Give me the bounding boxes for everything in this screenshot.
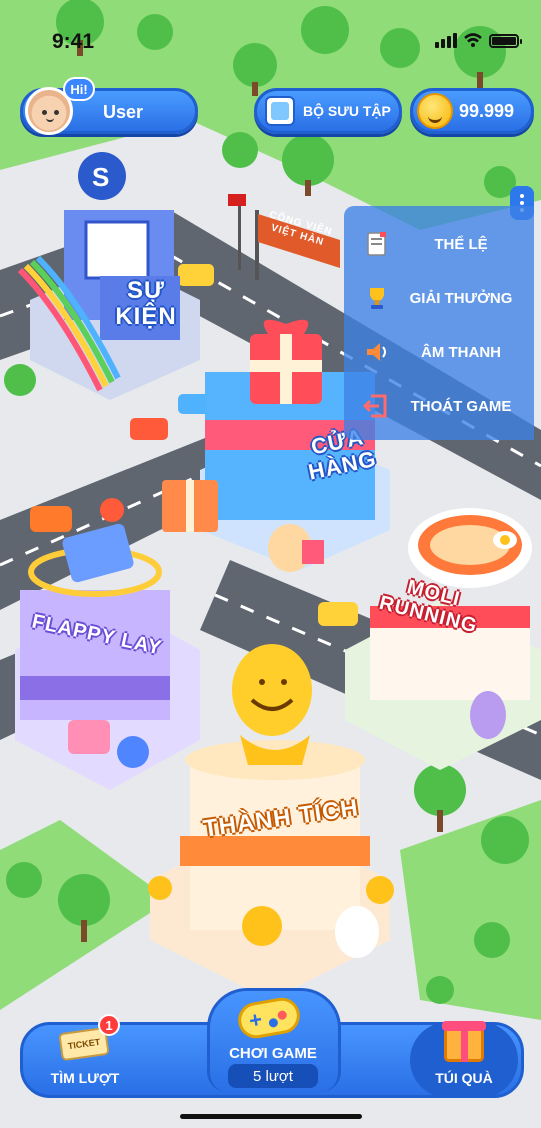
svg-text:S: S — [92, 162, 109, 192]
signal-icon — [435, 33, 457, 48]
ticket-count-badge: 1 — [98, 1014, 120, 1036]
trophy-icon — [362, 283, 392, 313]
greeting-bubble: Hi! — [63, 77, 95, 101]
game-stage: S SỰ KIỆN CÔNG VIÊN VIỆT HÀN CỬA HÀNG MO… — [0, 0, 541, 1128]
coin-balance-value: 99.999 — [459, 100, 515, 121]
rules-scroll-icon — [362, 229, 392, 259]
event-sign[interactable]: SỰ KIỆN — [106, 278, 186, 330]
find-turns-label[interactable]: TÌM LƯỢT — [40, 1070, 130, 1086]
wifi-icon — [464, 33, 482, 47]
user-name: User — [103, 102, 144, 122]
coin-icon — [417, 93, 453, 129]
menu-item-exit[interactable]: THOÁT GAME — [362, 386, 530, 426]
collection-button[interactable]: BỘ SƯU TẬP — [254, 88, 402, 134]
menu-item-rules[interactable]: THỂ LỆ — [362, 224, 530, 264]
side-menu: THỂ LỆ GIẢI THƯỞNG ÂM THANH THOÁT GAME — [344, 206, 534, 440]
collection-label: BỘ SƯU TẬP — [303, 103, 391, 119]
exit-icon — [362, 391, 392, 421]
turns-remaining: 5 lượt — [228, 1064, 318, 1088]
gift-icon — [442, 1021, 486, 1062]
menu-item-prizes[interactable]: GIẢI THƯỞNG — [362, 278, 530, 318]
collection-icon — [265, 96, 295, 126]
speaker-icon — [362, 337, 392, 367]
city-map: S — [0, 0, 541, 1128]
gift-bag-label[interactable]: TÚI QUÀ — [418, 1070, 510, 1086]
status-icons — [435, 32, 522, 48]
play-game-label[interactable]: CHƠI GAME — [214, 1045, 332, 1062]
home-indicator — [180, 1114, 362, 1119]
coin-balance[interactable]: 99.999 — [410, 88, 534, 134]
battery-icon — [489, 34, 522, 48]
status-time: 9:41 — [52, 30, 95, 53]
user-profile-button[interactable]: Hi! User — [20, 77, 198, 135]
menu-item-sound[interactable]: ÂM THANH — [362, 332, 530, 372]
